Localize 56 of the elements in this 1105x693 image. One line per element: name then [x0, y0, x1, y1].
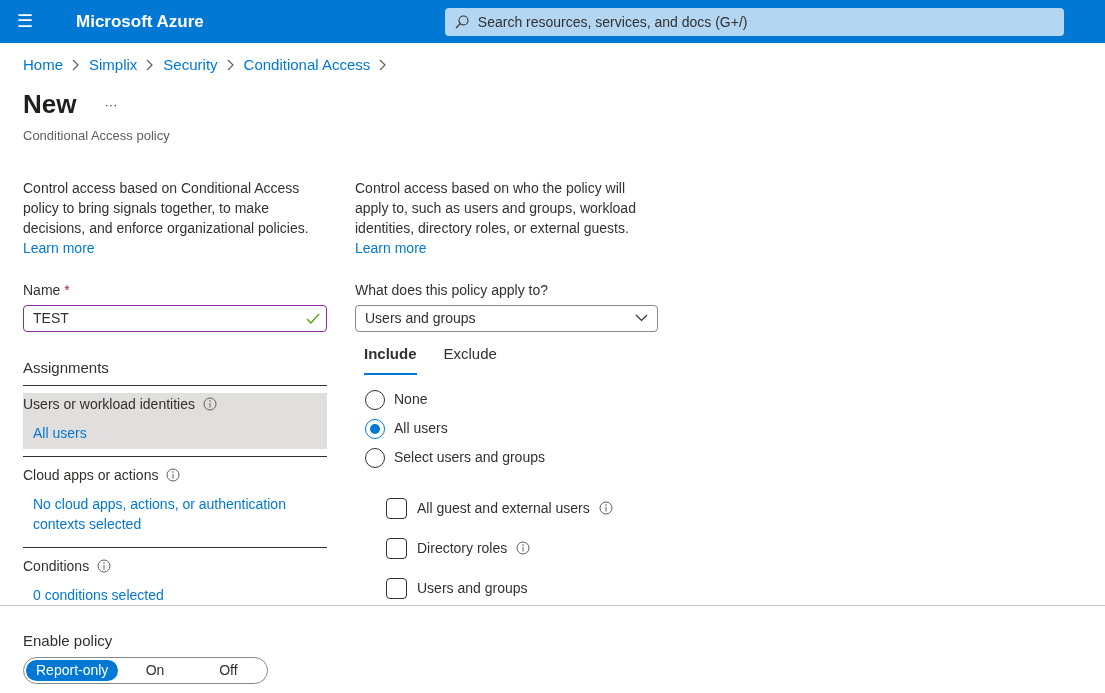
radio-label: None — [394, 390, 428, 409]
learn-more-link[interactable]: Learn more — [23, 237, 95, 258]
info-icon[interactable] — [598, 501, 613, 515]
assignment-item[interactable]: Users or workload identities All users — [23, 393, 327, 449]
assignment-label: Users or workload identities — [23, 394, 195, 414]
info-icon[interactable] — [516, 541, 531, 555]
brand-title[interactable]: Microsoft Azure — [76, 8, 204, 35]
chevron-right-icon — [146, 59, 155, 71]
description-text: Control access based on Conditional Access policy to bring signals together, to make decisions, and enforce organizational policies. — [23, 178, 310, 238]
checkbox-label: Directory roles — [417, 538, 508, 558]
assignment-item[interactable]: Cloud apps or actions No cloud apps, actions, or authentication contexts selected — [23, 464, 327, 540]
search-field[interactable]: Search resources, services, and docs (G+/) — [444, 7, 1064, 36]
page-title: New — [23, 88, 77, 121]
chevron-right-icon — [226, 59, 235, 71]
radio-label: All users — [394, 419, 448, 438]
name-label: Name — [23, 280, 61, 300]
checkbox-label: Users and groups — [417, 578, 528, 598]
search-icon — [454, 14, 469, 29]
description-text: Control access based on who the policy will apply to, such as users and groups, workload identities, directory roles, or external guests. — [355, 178, 637, 238]
breadcrumb-link[interactable]: Conditional Access — [243, 53, 371, 77]
chevron-right-icon — [379, 59, 388, 71]
assignment-item[interactable]: Conditions 0 conditions selected — [23, 555, 327, 611]
assignment-label: Conditions — [23, 556, 90, 576]
breadcrumb-link[interactable]: Security — [163, 53, 218, 77]
required-mark: * — [64, 280, 70, 300]
toggle-option[interactable]: On — [118, 660, 192, 681]
name-field[interactable]: TEST — [23, 304, 327, 332]
assignment-link[interactable]: All users — [33, 423, 87, 443]
tab[interactable]: Exclude — [443, 337, 497, 375]
toggle-option[interactable]: Off — [191, 660, 265, 681]
apply-label: What does this policy apply to? — [355, 280, 549, 300]
chevron-right-icon — [72, 59, 80, 71]
dropdown-value: Users and groups — [365, 308, 476, 328]
info-icon[interactable] — [166, 468, 181, 482]
radio-label: Select users and groups — [394, 448, 545, 467]
toggle-option[interactable]: Report-only — [26, 660, 119, 681]
checkbox[interactable] — [386, 577, 407, 599]
checkbox[interactable] — [386, 497, 407, 519]
chevron-down-icon — [635, 314, 648, 322]
section-heading: Assignments — [23, 357, 110, 378]
breadcrumb-link[interactable]: Simplix — [89, 53, 138, 77]
enable-policy-label: Enable policy — [23, 630, 114, 651]
checkbox-label: All guest and external users — [417, 498, 590, 518]
assignment-link[interactable]: 0 conditions selected — [33, 585, 164, 605]
info-icon[interactable] — [97, 559, 112, 573]
page-subtitle: Conditional Access policy — [23, 127, 171, 145]
assignment-link[interactable]: No cloud apps, actions, or authentication contexts selected — [33, 494, 327, 534]
menu-button[interactable]: ☰ — [17, 8, 39, 35]
apply-dropdown[interactable]: Users and groups — [355, 304, 658, 332]
tab[interactable]: Include — [364, 337, 417, 375]
more-button[interactable]: ··· — [104, 94, 118, 115]
learn-more-link[interactable]: Learn more — [355, 237, 427, 258]
breadcrumb-link[interactable]: Home — [23, 53, 63, 77]
info-icon[interactable] — [202, 397, 217, 411]
assignment-label: Cloud apps or actions — [23, 465, 159, 485]
checkbox[interactable] — [386, 537, 407, 559]
